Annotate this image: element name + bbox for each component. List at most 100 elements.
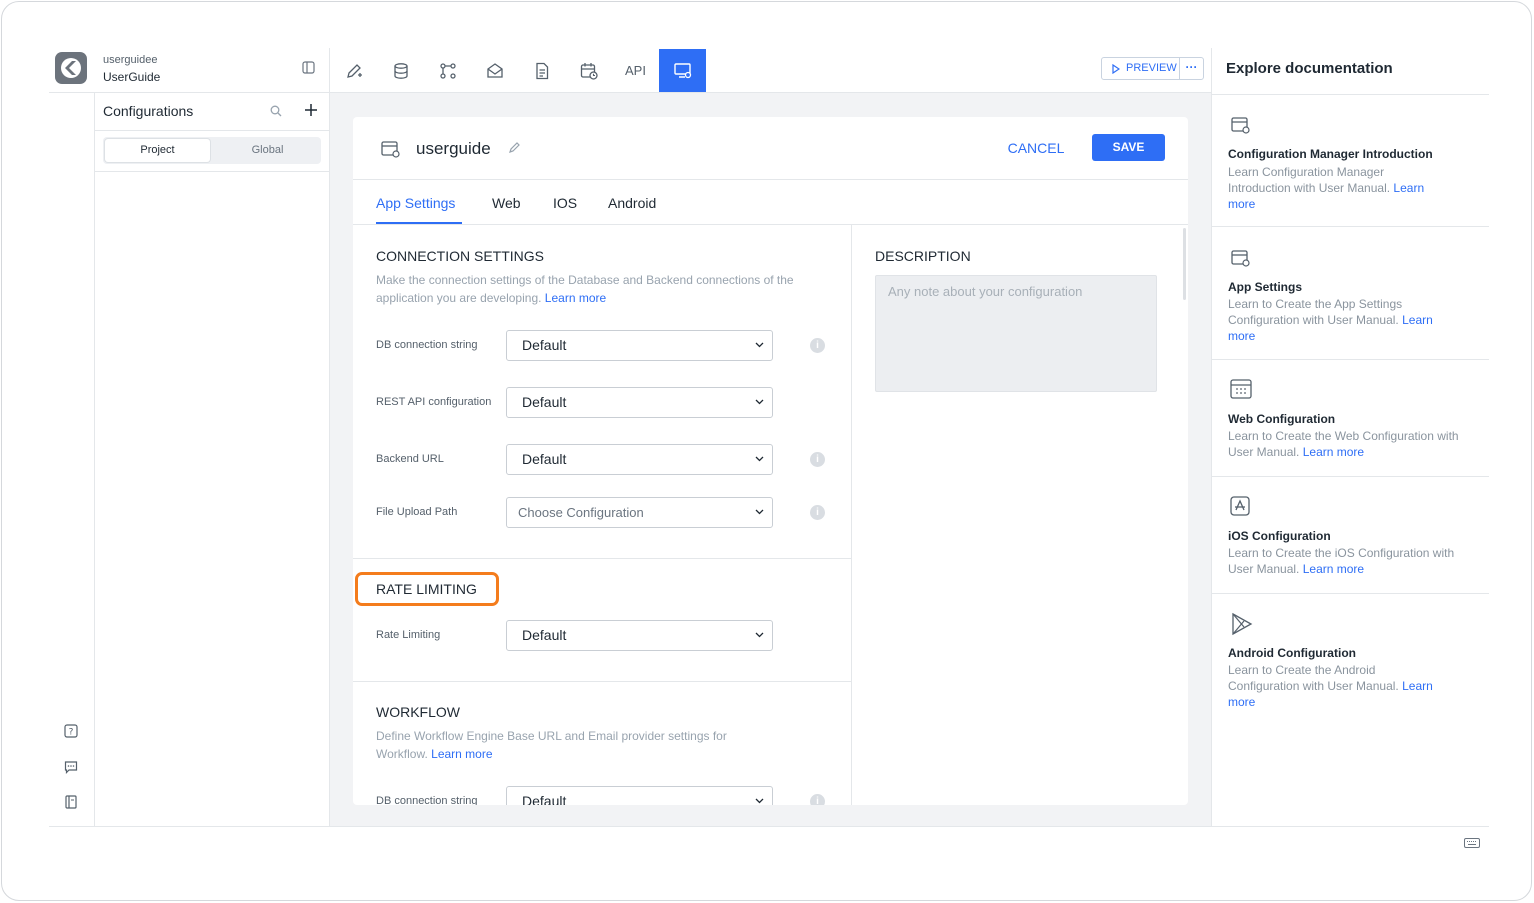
field-label-rest-api: REST API configuration bbox=[376, 396, 492, 408]
app-settings-icon bbox=[1230, 248, 1252, 268]
add-configuration-button[interactable] bbox=[304, 103, 318, 117]
doc-item-text: Learn to Create the iOS Configuration wi… bbox=[1228, 545, 1473, 577]
svg-text:?: ? bbox=[69, 728, 74, 738]
description-title: DESCRIPTION bbox=[875, 248, 971, 264]
divider bbox=[95, 130, 329, 131]
scope-switch: Project Global bbox=[103, 137, 321, 164]
doc-learn-more-link[interactable]: Learn more bbox=[1303, 445, 1364, 459]
more-options-button[interactable]: ··· bbox=[1179, 58, 1203, 79]
connection-learn-more-link[interactable]: Learn more bbox=[545, 291, 606, 305]
chevron-down-icon bbox=[755, 399, 764, 405]
connection-settings-description: Make the connection settings of the Data… bbox=[376, 271, 826, 307]
field-label-db-connection: DB connection string bbox=[376, 339, 478, 351]
description-placeholder: Any note about your configuration bbox=[888, 284, 1083, 299]
doc-item-title[interactable]: Android Configuration bbox=[1228, 646, 1356, 660]
collapse-panel-icon[interactable] bbox=[302, 61, 315, 74]
file-upload-path-select[interactable]: Choose Configuration bbox=[506, 497, 773, 528]
divider bbox=[1212, 476, 1489, 477]
doc-item-desc: Learn to Create the App Settings Configu… bbox=[1228, 297, 1403, 327]
divider bbox=[49, 826, 1489, 827]
design-pen-icon[interactable] bbox=[330, 49, 377, 92]
field-label-file-upload: File Upload Path bbox=[376, 506, 458, 518]
info-icon[interactable]: i bbox=[810, 452, 825, 467]
cancel-button[interactable]: CANCEL bbox=[998, 135, 1074, 161]
info-icon[interactable]: i bbox=[810, 505, 825, 520]
backend-url-select[interactable]: Default bbox=[506, 444, 773, 475]
doc-item-title[interactable]: Web Configuration bbox=[1228, 412, 1335, 426]
segment-project[interactable]: Project bbox=[105, 139, 210, 162]
scrollbar-thumb[interactable] bbox=[1183, 228, 1186, 300]
workflow-icon[interactable] bbox=[424, 49, 471, 92]
docs-header: Explore documentation bbox=[1226, 60, 1393, 77]
info-icon[interactable]: i bbox=[810, 794, 825, 805]
configuration-icon bbox=[380, 139, 402, 159]
app-logo[interactable] bbox=[55, 52, 87, 84]
select-value: Default bbox=[522, 627, 567, 643]
search-icon[interactable] bbox=[270, 105, 282, 117]
chevron-down-icon bbox=[755, 798, 764, 804]
divider bbox=[1212, 359, 1489, 360]
email-icon[interactable] bbox=[471, 49, 518, 92]
app-store-icon bbox=[1230, 496, 1252, 516]
configurations-title: Configurations bbox=[103, 103, 194, 119]
doc-item-title[interactable]: App Settings bbox=[1228, 280, 1302, 294]
segment-global[interactable]: Global bbox=[215, 139, 320, 162]
tab-ios[interactable]: IOS bbox=[553, 195, 577, 211]
docs-book-icon[interactable] bbox=[64, 795, 78, 809]
workflow-field-row: DB connection string Default i bbox=[353, 782, 851, 805]
keyboard-icon[interactable] bbox=[1464, 838, 1480, 848]
rest-api-select[interactable]: Default bbox=[506, 387, 773, 418]
divider bbox=[95, 171, 329, 172]
scheduler-calendar-icon[interactable] bbox=[565, 49, 612, 92]
select-value: Default bbox=[522, 451, 567, 467]
doc-learn-more-link[interactable]: Learn more bbox=[1303, 562, 1364, 576]
configuration-manager-icon bbox=[1230, 115, 1252, 135]
doc-item-text: Learn to Create the App Settings Configu… bbox=[1228, 296, 1443, 344]
divider bbox=[353, 224, 1188, 225]
divider bbox=[94, 92, 95, 826]
tab-app-settings[interactable]: App Settings bbox=[376, 195, 455, 211]
select-value: Default bbox=[522, 337, 567, 353]
preview-label: PREVIEW bbox=[1126, 62, 1177, 74]
workflow-db-select[interactable]: Default bbox=[506, 786, 773, 805]
rate-limiting-select[interactable]: Default bbox=[506, 620, 773, 651]
doc-item-text: Learn Configuration Manager Introduction… bbox=[1228, 164, 1428, 212]
chevron-down-icon bbox=[755, 342, 764, 348]
doc-item-title[interactable]: iOS Configuration bbox=[1228, 529, 1331, 543]
divider bbox=[49, 92, 329, 93]
configuration-manager-icon[interactable] bbox=[659, 49, 706, 92]
workflow-desc-text: Define Workflow Engine Base URL and Emai… bbox=[376, 729, 727, 761]
doc-item-title[interactable]: Configuration Manager Introduction bbox=[1228, 147, 1433, 161]
select-placeholder: Choose Configuration bbox=[518, 505, 644, 520]
preview-button[interactable]: PREVIEW ··· bbox=[1101, 57, 1204, 80]
chat-icon[interactable] bbox=[64, 760, 78, 774]
divider bbox=[353, 681, 851, 682]
select-value: Default bbox=[522, 394, 567, 410]
connection-settings-title: CONNECTION SETTINGS bbox=[376, 248, 545, 264]
tab-web[interactable]: Web bbox=[492, 195, 521, 211]
divider bbox=[1212, 593, 1489, 594]
document-icon[interactable] bbox=[518, 49, 565, 92]
divider bbox=[353, 558, 851, 559]
divider bbox=[353, 179, 1188, 180]
chevron-down-icon bbox=[755, 509, 764, 515]
configuration-title: userguide bbox=[416, 139, 491, 158]
tab-android[interactable]: Android bbox=[608, 195, 656, 211]
select-value: Default bbox=[522, 793, 567, 805]
help-icon[interactable]: ? bbox=[64, 724, 78, 738]
edit-pencil-icon[interactable] bbox=[508, 141, 521, 154]
description-textarea[interactable]: Any note about your configuration bbox=[875, 275, 1157, 392]
chevron-down-icon bbox=[755, 632, 764, 638]
api-tab[interactable]: API bbox=[612, 49, 659, 92]
database-icon[interactable] bbox=[377, 49, 424, 92]
workflow-learn-more-link[interactable]: Learn more bbox=[431, 747, 492, 761]
doc-item-text: Learn to Create the Web Configuration wi… bbox=[1228, 428, 1473, 460]
project-name: userguidee bbox=[103, 54, 158, 66]
workflow-title: WORKFLOW bbox=[376, 704, 460, 720]
field-label-backend-url: Backend URL bbox=[376, 453, 444, 465]
workflow-description: Define Workflow Engine Base URL and Emai… bbox=[376, 727, 776, 763]
save-button[interactable]: SAVE bbox=[1092, 134, 1165, 161]
info-icon[interactable]: i bbox=[810, 338, 825, 353]
db-connection-select[interactable]: Default bbox=[506, 330, 773, 361]
project-display-name: UserGuide bbox=[103, 70, 161, 84]
